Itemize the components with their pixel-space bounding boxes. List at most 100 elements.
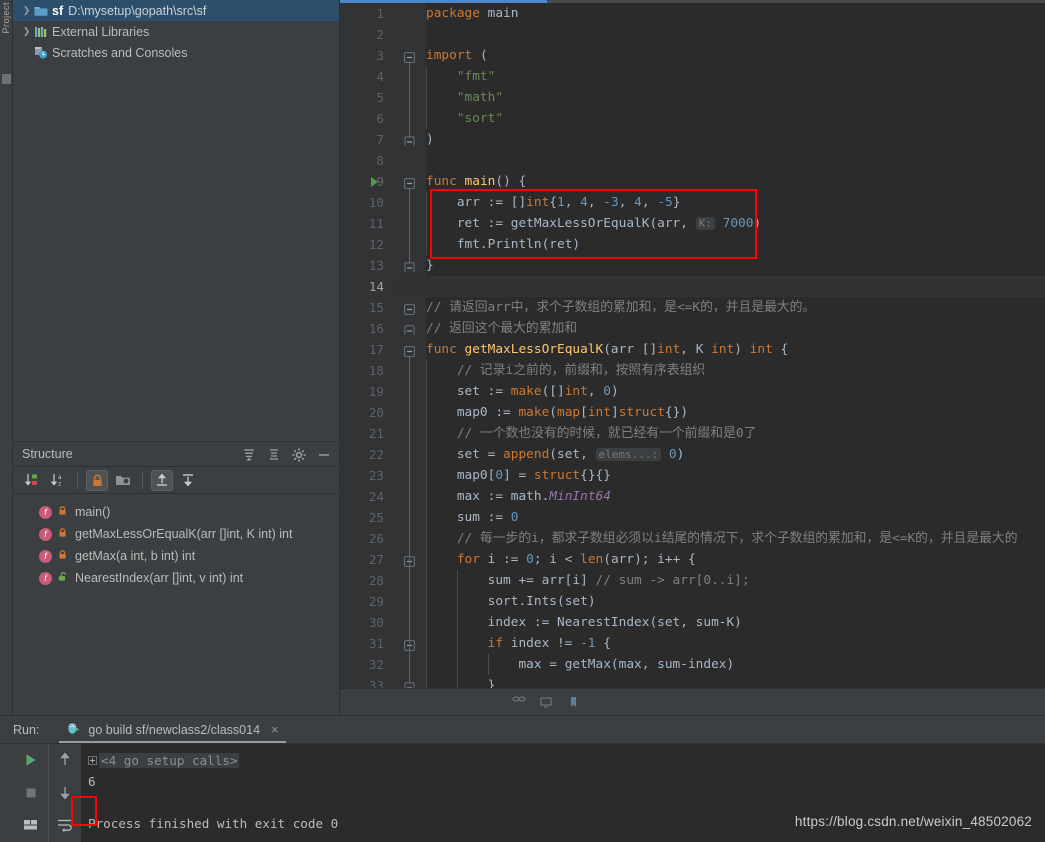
code-token: {}) (664, 405, 689, 420)
code-line[interactable]: arr := []int{1, 4, -3, 4, -5} (426, 192, 1045, 213)
close-icon[interactable]: × (271, 722, 279, 737)
code-line[interactable] (426, 150, 1045, 171)
code-line[interactable]: for i := 0; i < len(arr); i++ { (426, 549, 1045, 570)
code-line[interactable]: if index != -1 { (426, 633, 1045, 654)
code-line[interactable]: set = append(set, elems...: 0) (426, 444, 1045, 465)
hide-icon[interactable] (316, 447, 332, 463)
indent-guide (426, 192, 427, 213)
structure-item-getmaxlessorequalk[interactable]: f getMaxLessOrEqualK(arr []int, K int) i… (13, 523, 339, 545)
code-token: , (618, 195, 635, 210)
code-line[interactable]: "fmt" (426, 66, 1045, 87)
parameter-hint: elems...: (595, 448, 662, 461)
code-line[interactable]: // 返回这个最大的累加和 (426, 318, 1045, 339)
stop-icon[interactable] (22, 784, 40, 807)
code-line[interactable]: max := math.MinInt64 (426, 486, 1045, 507)
line-number: 11 (368, 216, 384, 231)
group-by-file-icon[interactable] (112, 470, 134, 491)
code-token: int (526, 195, 550, 210)
fold-collapse-icon[interactable] (404, 344, 415, 357)
expand-all-icon[interactable] (241, 447, 257, 463)
code-token: i := (487, 552, 527, 567)
indent-guide (426, 654, 427, 675)
indent-guide (426, 402, 427, 423)
private-lock-icon (57, 527, 68, 541)
code-token: append (503, 447, 550, 462)
down-arrow-icon[interactable] (57, 784, 73, 806)
code-token: sum := (426, 510, 511, 525)
up-arrow-icon[interactable] (57, 751, 73, 773)
show-non-public-icon[interactable] (86, 469, 108, 491)
line-number: 28 (368, 573, 384, 588)
monitor-icon[interactable] (539, 695, 553, 709)
code-line[interactable]: sum += arr[i] // sum -> arr[0..i]; (426, 570, 1045, 591)
sort-by-visibility-icon[interactable] (21, 470, 43, 491)
code-line[interactable]: ret := getMaxLessOrEqualK(arr, K: 7000) (426, 213, 1045, 234)
show-anonymous-icon[interactable] (177, 470, 199, 491)
fold-collapse-icon[interactable] (404, 176, 415, 189)
code-line[interactable]: // 每一步的i，都求子数组必须以i结尾的情况下，求个子数组的累加和，是<=K的… (426, 528, 1045, 549)
code-line[interactable]: sort.Ints(set) (426, 591, 1045, 612)
code-token: ] (610, 405, 619, 420)
code-line[interactable]: set := make([]int, 0) (426, 381, 1045, 402)
indent-guide (426, 549, 427, 570)
code-token: () { (495, 174, 527, 189)
tool-button-project[interactable]: Project (0, 2, 12, 34)
show-inherited-icon[interactable] (151, 469, 173, 491)
tree-node-scratches-and-consoles[interactable]: ❯ Scratches and Consoles (13, 42, 339, 63)
fold-rail (409, 650, 410, 684)
expand-frames-icon[interactable] (88, 756, 97, 765)
code-line[interactable]: // 一个数也没有的时候，就已经有一个前缀和是0了 (426, 423, 1045, 444)
code-token: -3 (603, 195, 619, 210)
tree-node-sf[interactable]: ❯ sf D:\mysetup\gopath\src\sf (13, 0, 339, 21)
run-configuration-tab[interactable]: go build sf/newclass2/class014 × (59, 716, 286, 743)
code-token: int (657, 342, 681, 357)
console-collapsed-frames[interactable]: <4 go setup calls> (88, 750, 1045, 771)
settings-gear-icon[interactable] (291, 447, 307, 463)
code-line[interactable]: } (426, 255, 1045, 276)
code-line[interactable]: // 记录i之前的，前缀和，按照有序表组织 (426, 360, 1045, 381)
code-line[interactable]: sum := 0 (426, 507, 1045, 528)
structure-item-nearestindex[interactable]: f NearestIndex(arr []int, v int) int (13, 567, 339, 589)
fold-end-icon[interactable] (404, 323, 415, 335)
fold-collapse-icon[interactable] (404, 50, 415, 63)
code-line[interactable] (426, 24, 1045, 45)
editor-fold-column[interactable] (393, 3, 426, 715)
code-token: 0 (526, 552, 534, 567)
code-line[interactable]: index := NearestIndex(set, sum-K) (426, 612, 1045, 633)
code-line[interactable]: ) (426, 129, 1045, 150)
code-line[interactable]: package main (426, 3, 1045, 24)
chevron-right-icon[interactable]: ❯ (19, 27, 34, 36)
structure-item-label: NearestIndex(arr []int, v int) int (75, 571, 244, 585)
editor-gutter[interactable]: 1 2 3 4 5 6 7 8 9 10 11 12 13 14 15 16 17 18 19 20 21 22 23 24 2… (340, 3, 393, 715)
code-token: ) (753, 216, 762, 231)
collapse-all-icon[interactable] (266, 447, 282, 463)
eye-icon[interactable] (512, 695, 526, 709)
code-line[interactable]: // 请返回arr中，求个子数组的累加和，是<=K的，并且是最大的。 (426, 297, 1045, 318)
code-line[interactable]: fmt.Println(ret) (426, 234, 1045, 255)
layout-icon[interactable] (22, 817, 40, 838)
code-line[interactable]: func getMaxLessOrEqualK(arr []int, K int… (426, 339, 1045, 360)
run-gutter-icon[interactable] (371, 177, 378, 187)
soft-wrap-icon[interactable] (56, 817, 74, 838)
line-number: 21 (368, 426, 384, 441)
code-editor[interactable]: 1 2 3 4 5 6 7 8 9 10 11 12 13 14 15 16 17 18 19 20 21 22 23 24 2… (340, 0, 1045, 715)
code-line[interactable]: func main() { (426, 171, 1045, 192)
bookmark-icon[interactable] (566, 695, 580, 709)
sort-alphabetically-icon[interactable]: a z (47, 470, 69, 491)
code-line[interactable]: "sort" (426, 108, 1045, 129)
code-token: "sort" (426, 111, 504, 126)
code-line[interactable]: max = getMax(max, sum-index) (426, 654, 1045, 675)
fold-collapse-icon[interactable] (404, 302, 415, 315)
code-line[interactable]: map0[0] = struct{}{} (426, 465, 1045, 486)
code-text-area[interactable]: package main import ( "fmt" "math" "sort"… (426, 3, 1045, 715)
code-token: 0 (603, 384, 611, 399)
code-line[interactable]: import ( (426, 45, 1045, 66)
private-lock-icon (57, 505, 68, 519)
structure-item-getmax[interactable]: f getMax(a int, b int) int (13, 545, 339, 567)
code-line[interactable]: "math" (426, 87, 1045, 108)
run-icon[interactable] (22, 751, 40, 774)
structure-item-main[interactable]: f main() (13, 501, 339, 523)
chevron-right-icon[interactable]: ❯ (19, 6, 34, 15)
code-line[interactable]: map0 := make(map[int]struct{}) (426, 402, 1045, 423)
tree-node-external-libraries[interactable]: ❯ External Libraries (13, 21, 339, 42)
